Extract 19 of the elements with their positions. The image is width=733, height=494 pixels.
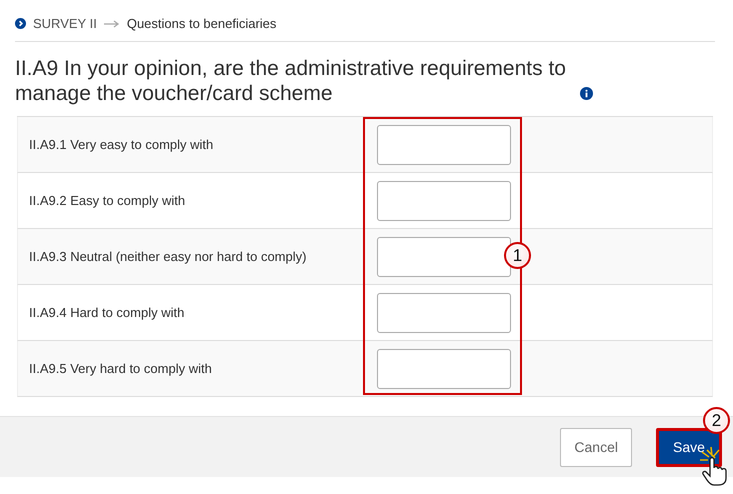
input-field[interactable] (377, 180, 511, 220)
cancel-button[interactable]: Cancel (560, 428, 632, 466)
arrow-icon (104, 20, 120, 28)
breadcrumb-current: Questions to beneficiaries (126, 16, 276, 31)
row-label: II.A9.4 Hard to comply with (28, 305, 186, 320)
breadcrumb-link[interactable]: SURVEY II (33, 16, 97, 31)
row-label: II.A9.2 Easy to comply with (28, 193, 186, 208)
question-title: II.A9 In your opinion, are the administrative requirements to manage the voucher/card scheme (15, 56, 567, 106)
input-field[interactable] (377, 124, 511, 164)
chevron-circle-icon (15, 18, 26, 29)
row-label: II.A9.5 Very hard to comply with (28, 361, 213, 376)
save-button[interactable]: Save (656, 428, 722, 466)
input-field[interactable] (377, 236, 511, 276)
callout-number: 2 (703, 407, 730, 434)
row-label: II.A9.1 Very easy to comply with (28, 137, 214, 152)
row-label: II.A9.3 Neutral (neither easy nor hard to comply) (28, 249, 308, 264)
info-icon[interactable] (580, 87, 593, 100)
input-field[interactable] (377, 348, 511, 388)
input-field[interactable] (377, 292, 511, 332)
